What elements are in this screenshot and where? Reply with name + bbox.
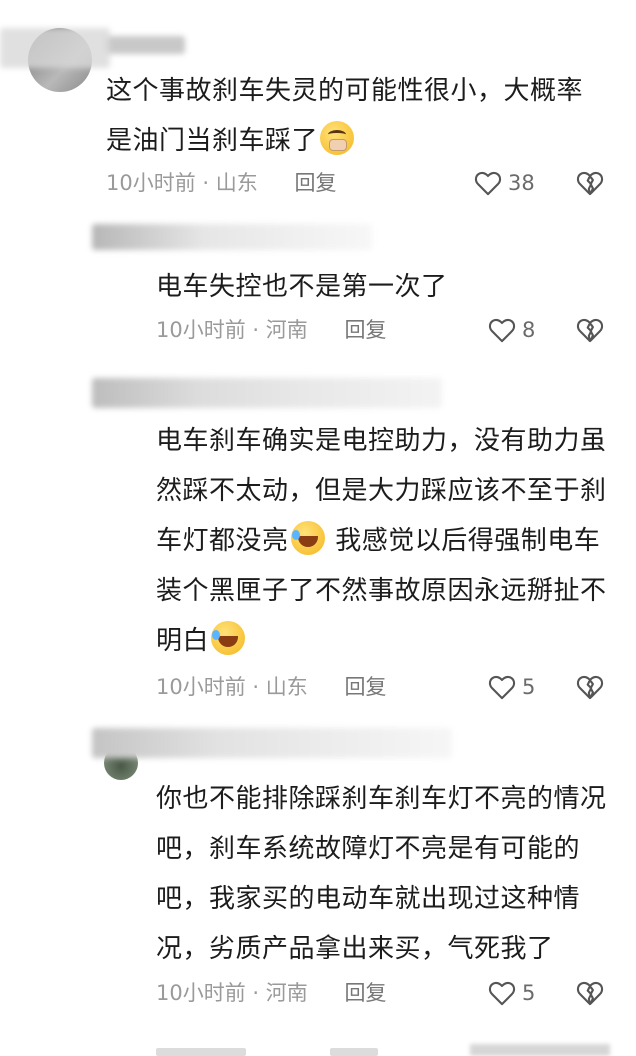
comment-meta: 10小时前 · 山东 回复 bbox=[156, 675, 387, 699]
location: 山东 bbox=[265, 675, 308, 699]
like-button[interactable]: 38 bbox=[474, 168, 535, 198]
broken-heart-icon bbox=[576, 981, 604, 1006]
timestamp: 10小时前 bbox=[156, 981, 246, 1005]
like-count: 8 bbox=[522, 318, 536, 342]
broken-heart-icon bbox=[576, 318, 604, 343]
comment-text: 电车刹车确实是电控助力，没有助力虽 然踩不太动，但是大力踩应该不至于刹 车灯都没… bbox=[156, 426, 607, 656]
pleading-face-icon bbox=[320, 121, 355, 155]
username-blurred[interactable] bbox=[105, 36, 185, 54]
overlay-blur bbox=[0, 28, 110, 68]
location: 河南 bbox=[265, 981, 308, 1005]
dislike-button[interactable] bbox=[576, 315, 604, 345]
comment-text: 电车失控也不是第一次了 bbox=[156, 272, 448, 302]
rolling-laugh-icon bbox=[211, 621, 246, 655]
broken-heart-icon bbox=[576, 171, 604, 196]
comment-item: 你也不能排除踩刹车刹车灯不亮的情况 吧，刹车系统故障灯不亮是有可能的 吧，我家买… bbox=[0, 722, 636, 1040]
username-blurred[interactable] bbox=[92, 224, 372, 250]
heart-icon bbox=[488, 675, 516, 700]
like-count: 5 bbox=[522, 981, 536, 1005]
reply-button[interactable]: 回复 bbox=[294, 171, 336, 195]
like-count: 5 bbox=[522, 675, 536, 699]
comment-meta: 10小时前 · 山东 回复 bbox=[106, 171, 337, 195]
username-blurred[interactable] bbox=[92, 378, 442, 408]
dislike-button[interactable] bbox=[576, 168, 604, 198]
reply-button[interactable]: 回复 bbox=[344, 675, 386, 699]
comment-item: 电车刹车确实是电控助力，没有助力虽 然踩不太动，但是大力踩应该不至于刹 车灯都没… bbox=[0, 360, 636, 722]
comment-meta: 10小时前 · 河南 回复 bbox=[156, 318, 387, 342]
reply-button[interactable]: 回复 bbox=[344, 318, 386, 342]
like-count: 38 bbox=[508, 171, 535, 195]
dislike-button[interactable] bbox=[576, 672, 604, 702]
timestamp: 10小时前 bbox=[156, 318, 246, 342]
reply-button[interactable]: 回复 bbox=[344, 981, 386, 1005]
heart-icon bbox=[488, 981, 516, 1006]
comment-item: 电车失控也不是第一次了 10小时前 · 河南 回复 8 bbox=[0, 210, 636, 360]
comment-text: 这个事故刹车失灵的可能性很小，大概率 是油门当刹车踩了 bbox=[106, 76, 584, 156]
comment-text: 你也不能排除踩刹车刹车灯不亮的情况 吧，刹车系统故障灯不亮是有可能的 吧，我家买… bbox=[156, 784, 607, 964]
heart-icon bbox=[474, 171, 502, 196]
timestamp: 10小时前 bbox=[106, 171, 196, 195]
comment-item: 这个事故刹车失灵的可能性很小，大概率 是油门当刹车踩了 10小时前 · 山东 回… bbox=[0, 0, 636, 210]
footer-blur bbox=[470, 1044, 610, 1056]
broken-heart-icon bbox=[576, 675, 604, 700]
timestamp: 10小时前 bbox=[156, 675, 246, 699]
username-blurred[interactable] bbox=[92, 728, 452, 758]
rolling-laugh-icon bbox=[290, 521, 325, 555]
like-button[interactable]: 5 bbox=[488, 672, 535, 702]
like-button[interactable]: 5 bbox=[488, 978, 535, 1008]
footer-partial-left bbox=[156, 1048, 246, 1056]
like-button[interactable]: 8 bbox=[488, 315, 535, 345]
heart-icon bbox=[488, 318, 516, 343]
location: 山东 bbox=[215, 171, 258, 195]
dislike-button[interactable] bbox=[576, 978, 604, 1008]
comment-meta: 10小时前 · 河南 回复 bbox=[156, 981, 387, 1005]
location: 河南 bbox=[265, 318, 308, 342]
expand-collapse-row-partial[interactable] bbox=[0, 1040, 636, 1056]
footer-partial-right bbox=[330, 1048, 378, 1056]
